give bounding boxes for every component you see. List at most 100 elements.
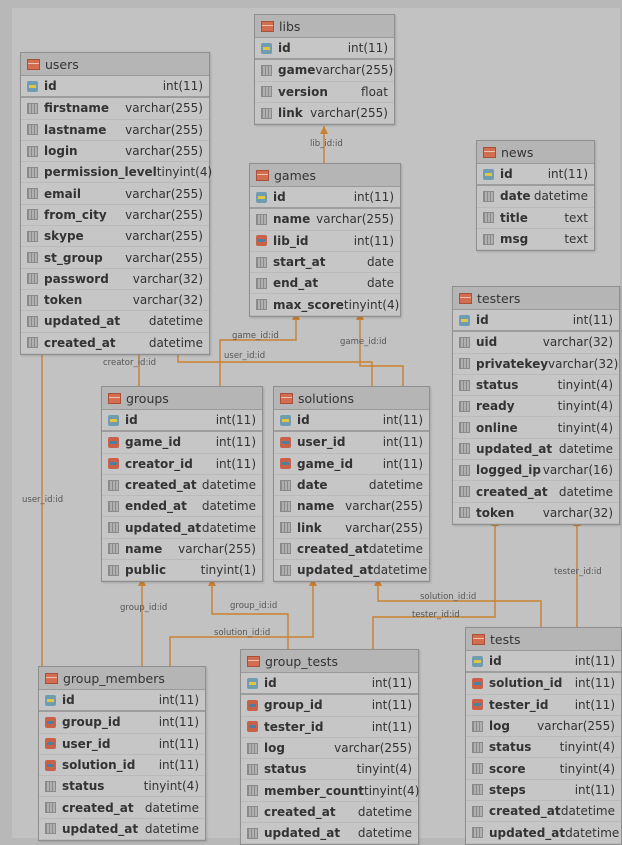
column-row[interactable]: st_group varchar(255) <box>21 247 209 269</box>
column-row[interactable]: msg text <box>477 229 594 251</box>
column-row[interactable]: max_score tinyint(4) <box>250 294 400 316</box>
column-row[interactable]: updated_at datetime <box>274 560 429 582</box>
table-libs[interactable]: libs id int(11) game varchar(255) version floa… <box>254 14 395 126</box>
column-row[interactable]: online tinyint(4) <box>453 417 619 439</box>
column-row[interactable]: updated_at datetime <box>102 517 262 539</box>
table-header[interactable]: games <box>250 164 400 187</box>
column-row[interactable]: id int(11) <box>255 38 394 61</box>
column-row[interactable]: tester_id int(11) <box>241 717 418 738</box>
column-row[interactable]: updated_at datetime <box>466 822 621 844</box>
table-header[interactable]: news <box>477 141 594 164</box>
column-row[interactable]: firstname varchar(255) <box>21 98 209 120</box>
column-row[interactable]: uid varchar(32) <box>453 332 619 354</box>
column-row[interactable]: token varchar(32) <box>453 503 619 524</box>
column-row[interactable]: privatekey varchar(32) <box>453 354 619 375</box>
column-row[interactable]: permission_level tinyint(4) <box>21 162 212 184</box>
table-header[interactable]: users <box>21 53 209 76</box>
column-row[interactable]: ready tinyint(4) <box>453 396 619 418</box>
column-row[interactable]: log varchar(255) <box>241 738 418 760</box>
column-row[interactable]: token varchar(32) <box>21 290 209 312</box>
column-row[interactable]: group_id int(11) <box>241 695 418 717</box>
column-row[interactable]: created_at datetime <box>241 802 418 824</box>
column-row[interactable]: updated_at datetime <box>453 439 619 461</box>
column-row[interactable]: user_id int(11) <box>274 432 429 454</box>
column-row[interactable]: status tinyint(4) <box>453 375 619 397</box>
column-row[interactable]: score tinyint(4) <box>466 758 621 780</box>
column-row[interactable]: start_at date <box>250 252 400 274</box>
column-row[interactable]: date datetime <box>274 475 429 497</box>
table-group-tests[interactable]: group_tests id int(11) group_id int(11) teste… <box>240 649 419 845</box>
column-row[interactable]: steps int(11) <box>466 780 621 802</box>
table-header[interactable]: libs <box>255 15 394 38</box>
column-row[interactable]: game_id int(11) <box>274 454 429 475</box>
column-row[interactable]: updated_at datetime <box>21 311 209 333</box>
table-header[interactable]: solutions <box>274 387 429 410</box>
column-row[interactable]: id int(11) <box>477 164 594 187</box>
column-row[interactable]: public tinyint(1) <box>102 560 262 582</box>
table-name: testers <box>477 290 521 306</box>
column-row[interactable]: created_at datetime <box>466 801 621 823</box>
column-row[interactable]: password varchar(32) <box>21 269 209 290</box>
table-header[interactable]: group_tests <box>241 650 418 673</box>
column-row[interactable]: created_at datetime <box>21 333 209 354</box>
column-row[interactable]: created_at datetime <box>102 475 262 497</box>
column-row[interactable]: game varchar(255) <box>255 60 394 82</box>
column-row[interactable]: created_at datetime <box>39 797 205 819</box>
table-icon <box>483 146 496 158</box>
table-games[interactable]: games id int(11) name varchar(255) lib_id int(… <box>249 163 401 317</box>
table-testers[interactable]: testers id int(11) uid varchar(32) privatekey… <box>452 286 620 525</box>
table-groups[interactable]: groups id int(11) game_id int(11) creator_id i… <box>101 386 263 583</box>
table-header[interactable]: testers <box>453 287 619 310</box>
table-users[interactable]: users id int(11) firstname varchar(255) lastn… <box>20 52 212 355</box>
column-row[interactable]: login varchar(255) <box>21 141 209 163</box>
table-header[interactable]: groups <box>102 387 262 410</box>
column-row[interactable]: user_id int(11) <box>39 734 205 755</box>
column-row[interactable]: skype varchar(255) <box>21 226 209 248</box>
column-row[interactable]: id int(11) <box>274 410 429 433</box>
table-tests[interactable]: tests id int(11) solution_id int(11) tester_i… <box>465 627 622 845</box>
column-row[interactable]: id int(11) <box>241 673 418 696</box>
column-row[interactable]: solution_id int(11) <box>466 673 621 695</box>
column-row[interactable]: link varchar(255) <box>274 517 429 539</box>
column-row[interactable]: lib_id int(11) <box>250 231 400 252</box>
table-header[interactable]: group_members <box>39 667 205 690</box>
column-row[interactable]: group_id int(11) <box>39 712 205 734</box>
column-row[interactable]: logged_ip varchar(16) <box>453 460 619 482</box>
column-row[interactable]: link varchar(255) <box>255 103 394 125</box>
column-row[interactable]: status tinyint(4) <box>466 737 621 759</box>
column-row[interactable]: name varchar(255) <box>274 496 429 518</box>
column-row[interactable]: version float <box>255 82 394 103</box>
column-row[interactable]: game_id int(11) <box>102 432 262 454</box>
column-row[interactable]: id int(11) <box>466 651 621 674</box>
column-row[interactable]: id int(11) <box>21 76 209 99</box>
column-row[interactable]: status tinyint(4) <box>39 776 205 798</box>
column-row[interactable]: solution_id int(11) <box>39 755 205 777</box>
column-row[interactable]: end_at date <box>250 273 400 295</box>
column-row[interactable]: ended_at datetime <box>102 496 262 518</box>
table-group-members[interactable]: group_members id int(11) group_id int(11) use… <box>38 666 206 842</box>
column-row[interactable]: name varchar(255) <box>250 209 400 231</box>
table-news[interactable]: news id int(11) date datetime title text msg tex… <box>476 140 595 252</box>
table-solutions[interactable]: solutions id int(11) user_id int(11) game_id i… <box>273 386 430 583</box>
column-row[interactable]: id int(11) <box>453 310 619 333</box>
column-row[interactable]: updated_at datetime <box>241 823 418 845</box>
column-row[interactable]: created_at datetime <box>274 539 429 561</box>
column-row[interactable]: from_city varchar(255) <box>21 205 209 227</box>
column-row[interactable]: created_at datetime <box>453 481 619 503</box>
column-row[interactable]: status tinyint(4) <box>241 759 418 781</box>
column-row[interactable]: id int(11) <box>102 410 262 433</box>
table-icon <box>256 169 269 181</box>
column-row[interactable]: name varchar(255) <box>102 539 262 561</box>
column-row[interactable]: id int(11) <box>250 187 400 210</box>
column-row[interactable]: lastname varchar(255) <box>21 120 209 141</box>
column-row[interactable]: id int(11) <box>39 690 205 713</box>
column-row[interactable]: title text <box>477 208 594 229</box>
table-header[interactable]: tests <box>466 628 621 651</box>
column-row[interactable]: log varchar(255) <box>466 716 621 738</box>
column-row[interactable]: email varchar(255) <box>21 183 209 205</box>
column-row[interactable]: creator_id int(11) <box>102 454 262 475</box>
column-row[interactable]: updated_at datetime <box>39 819 205 841</box>
column-row[interactable]: tester_id int(11) <box>466 695 621 716</box>
column-row[interactable]: member_count tinyint(4) <box>241 780 419 802</box>
column-row[interactable]: date datetime <box>477 186 594 208</box>
